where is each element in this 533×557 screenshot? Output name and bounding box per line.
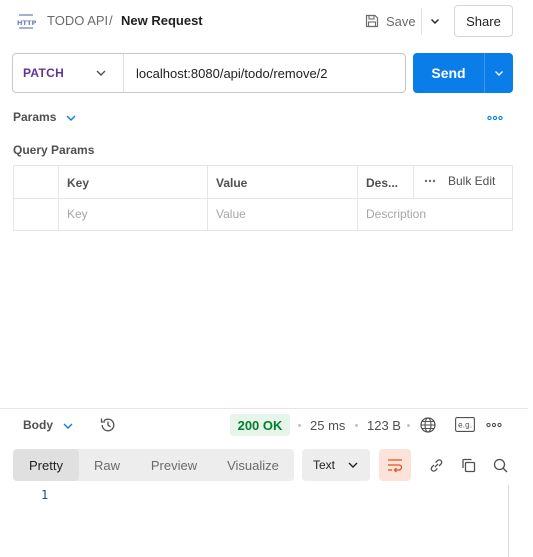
key-input[interactable]: Key [67, 207, 88, 221]
send-options-button[interactable] [485, 53, 513, 93]
save-label: Save [386, 13, 416, 29]
table-divider [413, 166, 414, 198]
chevron-down-icon [346, 458, 360, 472]
scrollbar[interactable] [508, 485, 509, 557]
more-options-icon[interactable] [486, 111, 504, 125]
more-options-icon[interactable] [485, 418, 503, 432]
column-header-description: Des... [366, 176, 399, 190]
response-body-tab[interactable]: Body [23, 418, 53, 432]
tab-preview[interactable]: Preview [137, 449, 211, 481]
table-header-divider [14, 198, 512, 199]
copy-icon[interactable] [460, 457, 477, 474]
svg-text:e.g.: e.g. [458, 421, 472, 430]
query-params-title: Query Params [13, 143, 95, 157]
svg-text:HTTP: HTTP [17, 19, 36, 27]
request-title[interactable]: New Request [121, 13, 203, 28]
tab-pretty[interactable]: Pretty [13, 449, 79, 481]
chevron-down-icon[interactable] [61, 419, 75, 433]
column-header-value: Value [216, 176, 248, 190]
http-icon: HTTP [16, 12, 36, 30]
separator-dot [407, 424, 410, 427]
save-divider [421, 8, 422, 34]
value-input[interactable]: Value [216, 207, 246, 221]
params-tab[interactable]: Params [13, 110, 56, 124]
chevron-down-icon[interactable] [64, 111, 78, 125]
link-icon[interactable] [428, 457, 445, 474]
response-divider [0, 408, 528, 409]
chevron-down-icon [94, 66, 108, 80]
url-input[interactable] [136, 54, 401, 92]
tab-raw[interactable]: Raw [79, 449, 135, 481]
share-button[interactable]: Share [454, 5, 513, 37]
response-time[interactable]: 25 ms [310, 418, 345, 433]
more-options-icon [424, 177, 436, 185]
save-example-icon[interactable]: e.g. [455, 417, 475, 432]
bulk-edit-label: Bulk Edit [448, 174, 496, 188]
globe-icon[interactable] [419, 416, 437, 434]
send-button[interactable]: Send [413, 53, 484, 93]
save-options-button[interactable] [424, 8, 446, 34]
status-badge[interactable]: 200 OK [230, 414, 290, 436]
tab-visualize[interactable]: Visualize [213, 449, 293, 481]
response-size[interactable]: 123 B [367, 418, 401, 433]
chevron-down-icon [493, 67, 505, 79]
bulk-edit-button[interactable]: Bulk Edit [424, 174, 495, 188]
breadcrumb-separator: / [109, 13, 113, 28]
description-input[interactable]: Description [366, 207, 426, 221]
history-icon[interactable] [99, 416, 117, 434]
line-number: 1 [41, 488, 49, 502]
search-icon[interactable] [492, 457, 509, 474]
url-divider [123, 54, 124, 92]
separator-dot [298, 424, 301, 427]
save-icon [364, 13, 380, 29]
wrap-lines-icon [386, 457, 404, 473]
column-header-key: Key [67, 176, 90, 190]
chevron-down-icon [429, 15, 441, 27]
wrap-lines-button[interactable] [379, 449, 411, 481]
separator-dot [355, 424, 358, 427]
save-button[interactable]: Save [360, 8, 420, 34]
breadcrumb-collection[interactable]: TODO API [47, 13, 108, 28]
